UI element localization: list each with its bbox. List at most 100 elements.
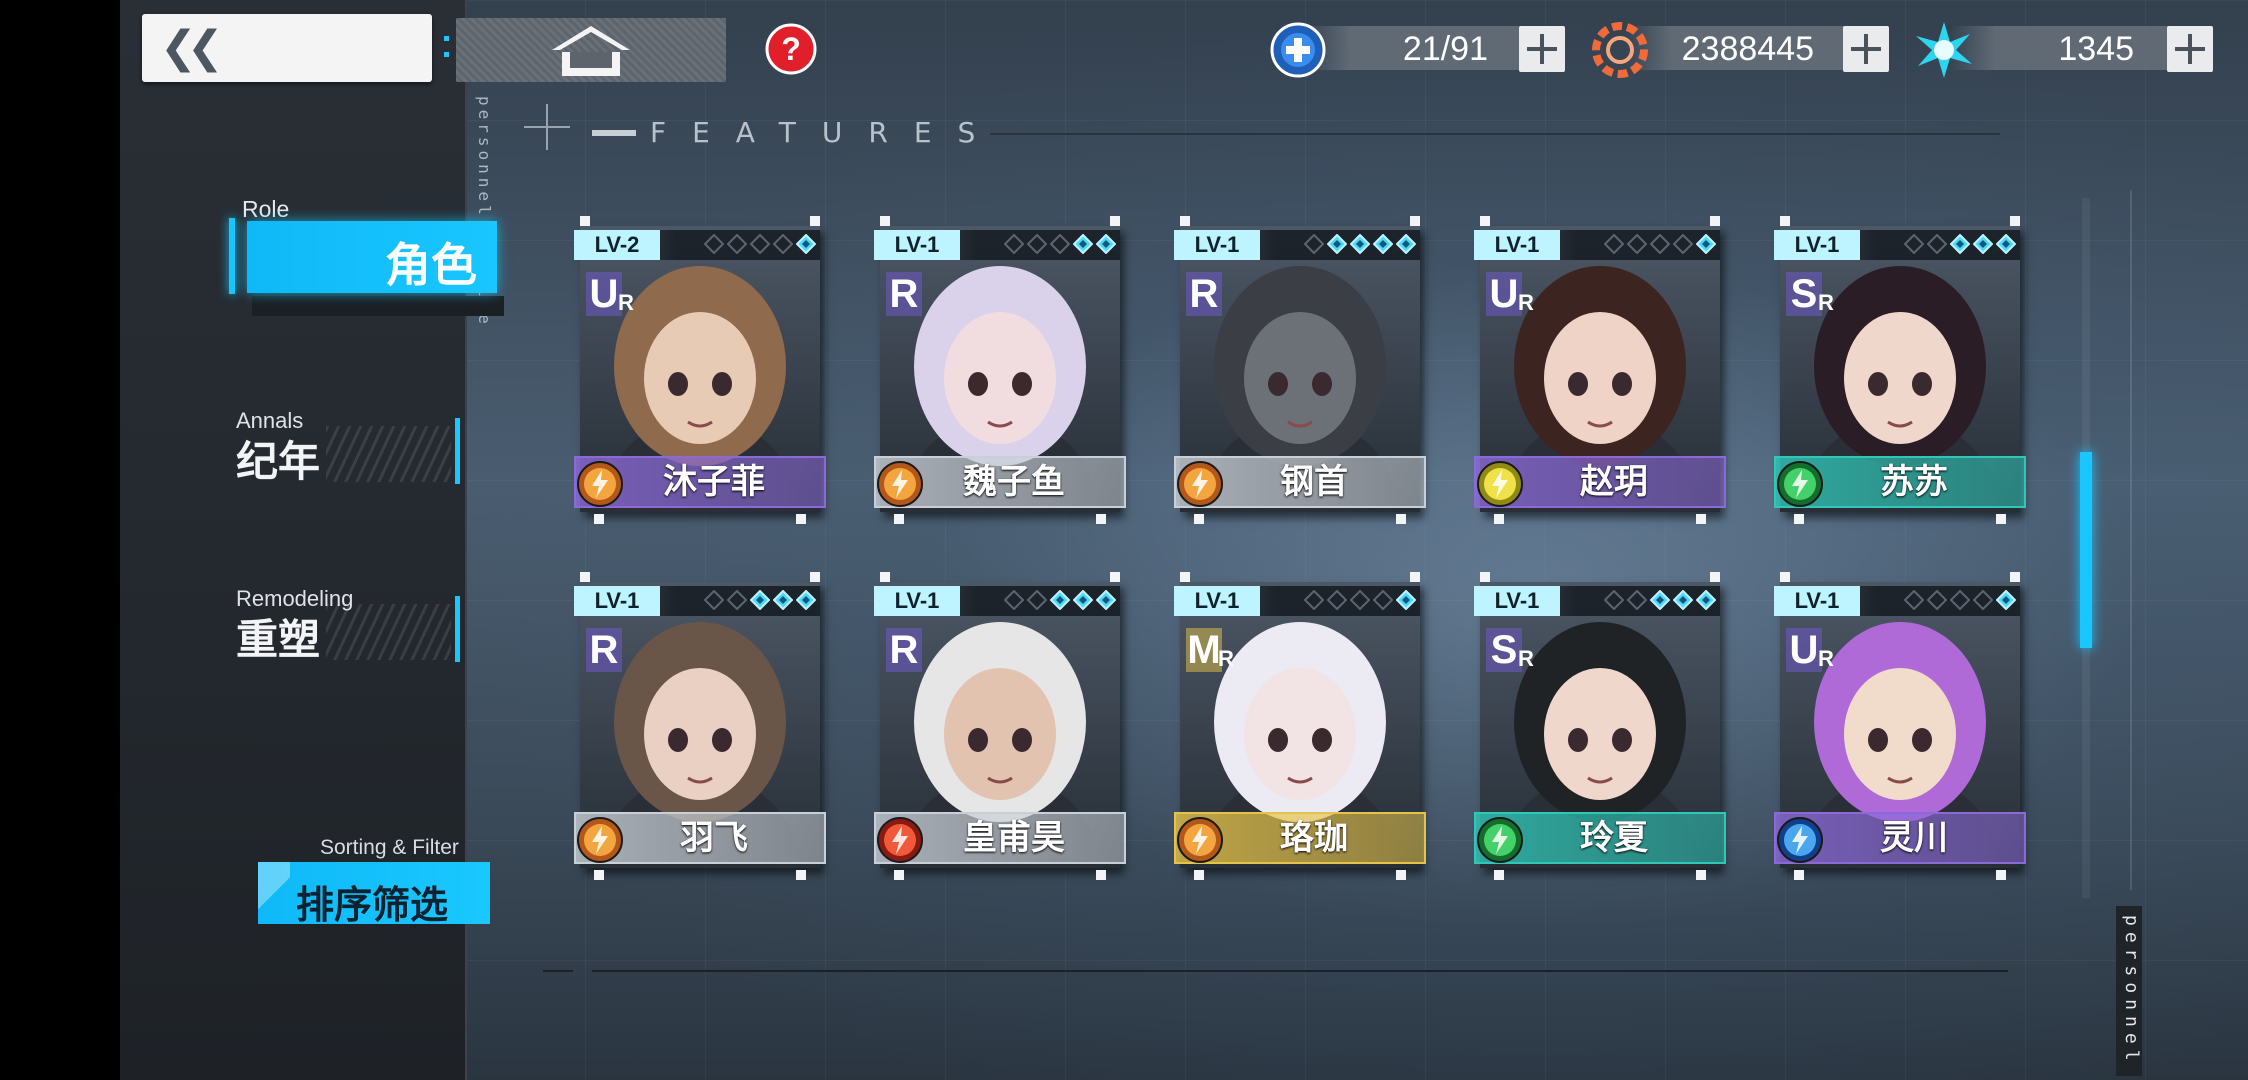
star-rating xyxy=(1304,590,1416,612)
character-card[interactable]: LV-1 MR 珞珈 xyxy=(1174,572,1426,880)
button-accent xyxy=(258,862,290,924)
star-filled-icon xyxy=(1350,234,1370,254)
rarity-sub: R xyxy=(1518,290,1534,315)
character-card[interactable]: LV-1 SR xyxy=(1474,572,1726,880)
crystal-burst-icon xyxy=(1916,22,1972,78)
corner-pin xyxy=(1794,870,1804,880)
sort-filter-button[interactable]: 排序筛选 xyxy=(258,862,490,927)
star-empty-icon xyxy=(750,234,770,254)
double-chevron-left-icon: ❮❮ xyxy=(160,23,224,72)
level-badge: LV-1 xyxy=(874,586,960,616)
nav-tab-annals[interactable]: Annals 纪年 xyxy=(236,408,466,485)
star-filled-icon xyxy=(1996,590,2016,610)
bottom-line-short xyxy=(543,970,573,972)
star-filled-icon xyxy=(796,590,816,610)
character-name: 苏苏 xyxy=(1880,463,1948,501)
level-badge: LV-1 xyxy=(1474,230,1560,260)
hatch-decoration xyxy=(326,426,451,482)
character-card[interactable]: LV-1 R xyxy=(874,572,1126,880)
nav-tab-remodeling[interactable]: Remodeling 重塑 xyxy=(236,586,466,663)
star-empty-icon xyxy=(1673,234,1693,254)
rarity-sub: R xyxy=(1818,290,1834,315)
corner-pin xyxy=(894,870,904,880)
corner-pin xyxy=(1096,870,1106,880)
corner-pin xyxy=(1794,514,1804,524)
rarity-badge: SR xyxy=(1786,272,1834,320)
star-empty-icon xyxy=(1904,234,1924,254)
star-empty-icon xyxy=(1927,234,1947,254)
star-filled-icon xyxy=(1996,234,2016,254)
letterbox xyxy=(0,0,120,1080)
nav-tab-role[interactable]: 角色 xyxy=(247,221,497,293)
resource-crystal: 1345 xyxy=(1914,22,2214,78)
corner-pin xyxy=(1710,572,1720,582)
corner-pin xyxy=(1996,514,2006,524)
corner-pin xyxy=(880,572,890,582)
corner-pin xyxy=(1410,572,1420,582)
character-card[interactable]: LV-1 UR xyxy=(1774,572,2026,880)
corner-pin xyxy=(1396,514,1406,524)
star-empty-icon xyxy=(1304,234,1324,254)
character-card[interactable]: LV-1 R xyxy=(874,216,1126,524)
star-empty-icon xyxy=(1627,234,1647,254)
nav-annals-zh: 纪年 xyxy=(236,438,321,485)
star-filled-icon xyxy=(1073,234,1093,254)
corner-pin xyxy=(810,572,820,582)
star-filled-icon xyxy=(1396,234,1416,254)
star-empty-icon xyxy=(704,234,724,254)
rarity-sub: R xyxy=(618,290,634,315)
corner-pin xyxy=(1996,870,2006,880)
star-empty-icon xyxy=(727,590,747,610)
help-button[interactable]: ? xyxy=(764,22,818,76)
star-empty-icon xyxy=(1927,590,1947,610)
scrollbar-thumb[interactable] xyxy=(2080,452,2092,648)
character-name: 魏子鱼 xyxy=(963,463,1065,501)
home-button[interactable] xyxy=(456,18,726,82)
add-crystal-button[interactable] xyxy=(2167,26,2213,72)
character-card[interactable]: LV-1 SR xyxy=(1774,216,2026,524)
star-empty-icon xyxy=(1973,590,1993,610)
question-mark-icon: ? xyxy=(765,23,817,75)
add-coin-button[interactable] xyxy=(1843,26,1889,72)
rarity-letter: S xyxy=(1786,272,1822,316)
character-name: 灵川 xyxy=(1880,819,1948,857)
star-rating xyxy=(1304,234,1416,256)
character-card[interactable]: LV-2 UR 沐子菲 xyxy=(574,216,826,524)
hatch-decoration xyxy=(326,604,451,660)
rarity-letter: M xyxy=(1186,628,1222,672)
nav-role-en: Role xyxy=(242,196,290,222)
star-filled-icon xyxy=(750,590,770,610)
rarity-badge: UR xyxy=(1786,628,1834,676)
nav-active-marker xyxy=(229,218,235,294)
corner-pin xyxy=(796,514,806,524)
add-stamina-button[interactable] xyxy=(1519,26,1565,72)
level-badge: LV-1 xyxy=(1174,230,1260,260)
sort-filter-label: 排序筛选 xyxy=(296,885,449,927)
star-rating xyxy=(1904,590,2016,612)
back-button[interactable]: ❮❮ xyxy=(142,14,432,82)
corner-pin xyxy=(1696,514,1706,524)
corner-pin xyxy=(2010,216,2020,226)
character-card[interactable]: LV-1 R xyxy=(574,572,826,880)
corner-pin xyxy=(1480,572,1490,582)
corner-pin xyxy=(580,572,590,582)
character-card[interactable]: LV-1 R xyxy=(1174,216,1426,524)
nav-remodeling-zh: 重塑 xyxy=(236,616,321,663)
character-card[interactable]: LV-1 UR xyxy=(1474,216,1726,524)
corner-pin xyxy=(1780,572,1790,582)
right-deco-line xyxy=(2130,190,2132,890)
star-empty-icon xyxy=(1004,234,1024,254)
coin-gear-icon xyxy=(1592,22,1648,78)
star-filled-icon xyxy=(1696,234,1716,254)
corner-pin xyxy=(1096,514,1106,524)
character-name: 玲夏 xyxy=(1580,819,1648,857)
rarity-badge: MR xyxy=(1186,628,1234,676)
sort-filter-en: Sorting & Filter xyxy=(320,836,459,859)
rarity-badge: R xyxy=(886,628,922,676)
rarity-badge: UR xyxy=(586,272,634,320)
nav-marker xyxy=(455,418,460,484)
corner-pin xyxy=(1696,870,1706,880)
separator xyxy=(444,36,450,62)
star-filled-icon xyxy=(1396,590,1416,610)
corner-pin xyxy=(1396,870,1406,880)
